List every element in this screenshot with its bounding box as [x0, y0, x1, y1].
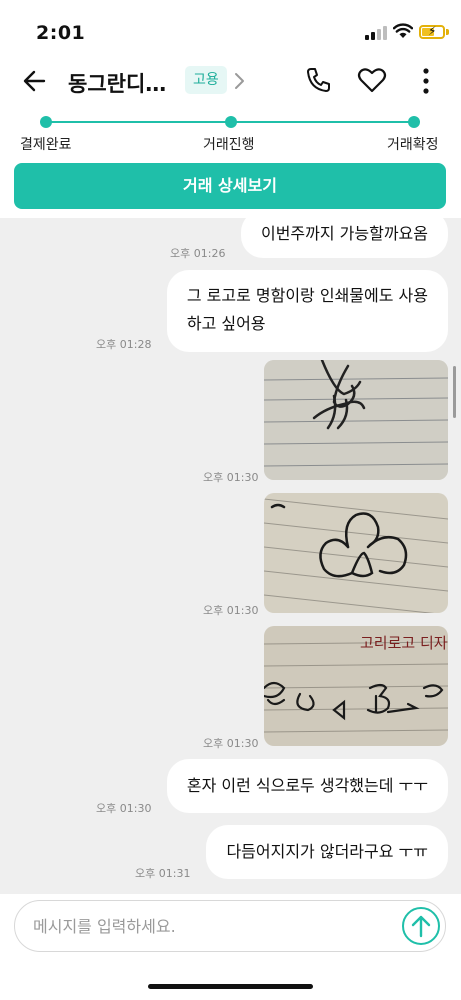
message-input-container[interactable]: [14, 900, 446, 952]
progress-dot-step2: [225, 116, 237, 128]
handwriting-text: 고리로고 디자인: [360, 634, 448, 652]
home-indicator: [148, 984, 313, 989]
message-bubble[interactable]: 다듬어지지가 않더라구요 ㅜㅠ: [206, 825, 448, 879]
send-arrow-icon[interactable]: [401, 906, 441, 946]
message-time: 오후 01:31: [135, 867, 191, 880]
progress-dot-step1: [40, 116, 52, 128]
chevron-right-icon[interactable]: [232, 70, 246, 92]
status-time: 2:01: [36, 22, 86, 44]
message-input-bar: [0, 894, 461, 1000]
message-time: 오후 01:30: [203, 737, 259, 750]
transaction-progress: 결제완료 거래진행 거래확정: [0, 112, 461, 160]
message-image[interactable]: [264, 493, 448, 613]
message-image[interactable]: [264, 360, 448, 480]
message-image[interactable]: 고리로고 디자인: [264, 626, 448, 746]
message-time: 오후 01:30: [203, 604, 259, 617]
message-text: 다듬어지지가 않더라구요 ㅜㅠ: [226, 842, 428, 861]
heart-icon[interactable]: [357, 66, 387, 94]
more-options-icon[interactable]: [418, 66, 434, 96]
message-time: 오후 01:26: [170, 247, 226, 260]
step-label-payment-complete: 결제완료: [20, 137, 72, 153]
message-text: 혼자 이런 식으로두 생각했는데 ㅜㅜ: [186, 776, 428, 795]
message-bubble[interactable]: 이번주까지 가능할까요옴: [240, 218, 448, 258]
phone-call-icon[interactable]: [305, 66, 331, 94]
scrollbar-thumb[interactable]: [453, 366, 456, 418]
progress-dot-step3: [408, 116, 420, 128]
message-text-line: 그 로고로 명함이랑 인쇄물에도 사용: [186, 286, 428, 305]
message-text-line: 하고 싶어용: [186, 314, 266, 333]
step-label-confirmed: 거래확정: [387, 137, 439, 153]
message-bubble[interactable]: 혼자 이런 식으로두 생각했는데 ㅜㅜ: [166, 759, 448, 813]
status-bar: 2:01 ⚡: [0, 0, 461, 60]
cellular-signal-icon: [365, 26, 387, 40]
chat-messages[interactable]: 이번주까지 가능할까요옴 오후 01:26 그 로고로 명함이랑 인쇄물에도 사…: [0, 218, 461, 894]
battery-icon: ⚡: [419, 24, 445, 39]
message-input[interactable]: [33, 901, 393, 951]
chat-title[interactable]: 동그란디…: [68, 68, 166, 98]
message-text: 이번주까지 가능할까요옴: [260, 224, 428, 243]
message-time: 오후 01:30: [96, 802, 152, 815]
transaction-detail-button[interactable]: 거래 상세보기: [14, 163, 446, 209]
message-bubble[interactable]: 그 로고로 명함이랑 인쇄물에도 사용 하고 싶어용: [166, 270, 448, 352]
message-time: 오후 01:30: [203, 471, 259, 484]
message-time: 오후 01:28: [96, 338, 152, 351]
back-arrow-icon[interactable]: [20, 66, 50, 96]
wifi-icon: [393, 23, 413, 38]
battery-tip: [446, 29, 449, 35]
step-label-in-progress: 거래진행: [203, 137, 255, 153]
chat-header: 동그란디… 고용: [0, 58, 461, 104]
hire-badge[interactable]: 고용: [185, 66, 227, 94]
